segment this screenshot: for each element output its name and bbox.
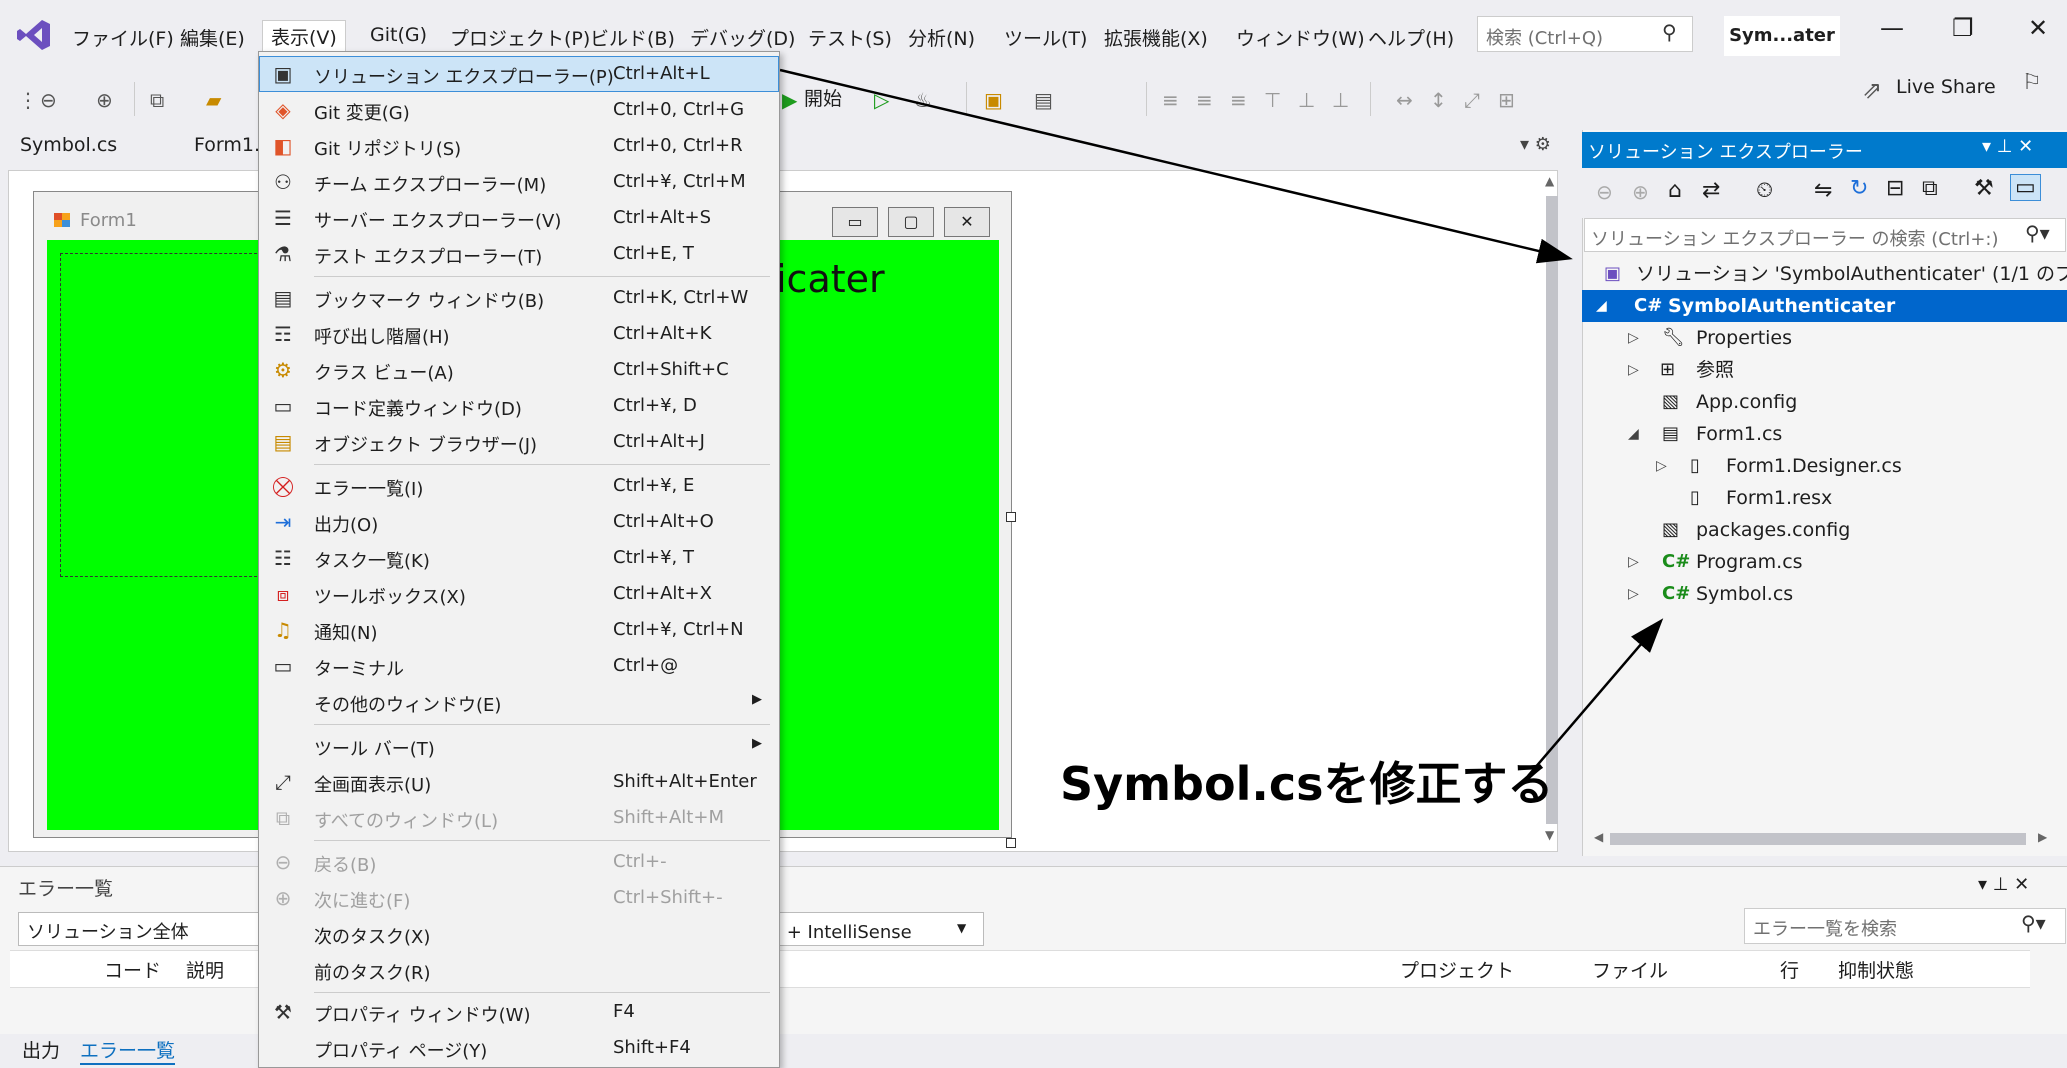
menu-item-notifications[interactable]: ♫ 通知(N) Ctrl+¥, Ctrl+N <box>260 613 778 647</box>
menu-item-property-pages[interactable]: プロパティ ページ(Y) Shift+F4 <box>260 1031 778 1065</box>
menu-item-terminal[interactable]: ▭ ターミナル Ctrl+@ <box>260 649 778 683</box>
submenu-arrow-icon: ▶ <box>752 736 762 751</box>
menu-item-next-task[interactable]: 次のタスク(X) <box>260 917 778 951</box>
menu-item-server-explorer[interactable]: ☰ サーバー エクスプローラー(V) Ctrl+Alt+S <box>260 201 778 235</box>
menu-item-bookmark-window[interactable]: ▤ ブックマーク ウィンドウ(B) Ctrl+K, Ctrl+W <box>260 281 778 315</box>
all-windows-icon: ⧉ <box>275 806 291 830</box>
menu-item-task-list[interactable]: ☷ タスク一覧(K) Ctrl+¥, T <box>260 541 778 575</box>
menu-item-class-view[interactable]: ⚙ クラス ビュー(A) Ctrl+Shift+C <box>260 353 778 387</box>
menu-item-call-hierarchy[interactable]: ☶ 呼び出し階層(H) Ctrl+Alt+K <box>260 317 778 351</box>
menu-item-solution-explorer[interactable]: ▣ ソリューション エクスプローラー(P) Ctrl+Alt+L <box>259 56 779 92</box>
task-list-icon: ☷ <box>274 546 292 570</box>
call-hierarchy-icon: ☶ <box>274 322 292 346</box>
test-explorer-icon: ⚗ <box>274 242 292 266</box>
fullscreen-icon: ⤢ <box>275 770 291 794</box>
object-browser-icon: ▤ <box>273 430 293 454</box>
class-view-icon: ⚙ <box>274 358 292 382</box>
menu-item-previous-task[interactable]: 前のタスク(R) <box>260 953 778 987</box>
menu-item-object-browser[interactable]: ▤ オブジェクト ブラウザー(J) Ctrl+Alt+J <box>260 425 778 459</box>
solution-explorer-icon: ▣ <box>273 62 293 86</box>
menu-item-all-windows: ⧉ すべてのウィンドウ(L) Shift+Alt+M <box>260 801 778 835</box>
menu-item-other-windows[interactable]: その他のウィンドウ(E) ▶ <box>260 685 778 719</box>
submenu-arrow-icon: ▶ <box>752 692 762 707</box>
menu-item-git-repository[interactable]: ◧ Git リポジトリ(S) Ctrl+0, Ctrl+R <box>260 129 778 163</box>
git-changes-icon: ◈ <box>275 98 291 122</box>
menu-item-toolbars[interactable]: ツール バー(T) ▶ <box>260 729 778 763</box>
menu-item-git-changes[interactable]: ◈ Git 変更(G) Ctrl+0, Ctrl+G <box>260 93 778 127</box>
toolbox-icon: ⧈ <box>276 582 290 606</box>
error-list-icon: ⛒ <box>272 474 294 498</box>
code-definition-icon: ▭ <box>273 394 293 418</box>
bell-icon: ♫ <box>274 618 292 642</box>
menu-item-back: ⊖ 戻る(B) Ctrl+- <box>260 845 778 879</box>
menu-item-full-screen[interactable]: ⤢ 全画面表示(U) Shift+Alt+Enter <box>260 765 778 799</box>
menu-item-properties-window[interactable]: ⚒ プロパティ ウィンドウ(W) F4 <box>260 995 778 1029</box>
forward-icon: ⊕ <box>274 886 292 910</box>
menu-item-test-explorer[interactable]: ⚗ テスト エクスプローラー(T) Ctrl+E, T <box>260 237 778 271</box>
menu-item-toolbox[interactable]: ⧈ ツールボックス(X) Ctrl+Alt+X <box>260 577 778 611</box>
menu-item-error-list[interactable]: ⛒ エラー一覧(I) Ctrl+¥, E <box>260 469 778 503</box>
output-icon: ⇥ <box>274 510 292 534</box>
menu-item-code-definition[interactable]: ▭ コード定義ウィンドウ(D) Ctrl+¥, D <box>260 389 778 423</box>
team-explorer-icon: ⚇ <box>274 170 292 194</box>
git-repo-icon: ◧ <box>273 134 293 158</box>
back-icon: ⊖ <box>274 850 292 874</box>
menu-item-output[interactable]: ⇥ 出力(O) Ctrl+Alt+O <box>260 505 778 539</box>
menu-item-forward: ⊕ 次に進む(F) Ctrl+Shift+- <box>260 881 778 915</box>
wrench-icon: ⚒ <box>274 1000 292 1024</box>
server-explorer-icon: ☰ <box>274 206 292 230</box>
terminal-icon: ▭ <box>273 654 293 678</box>
menu-item-team-explorer[interactable]: ⚇ チーム エクスプローラー(M) Ctrl+¥, Ctrl+M <box>260 165 778 199</box>
bookmark-icon: ▤ <box>273 286 293 310</box>
